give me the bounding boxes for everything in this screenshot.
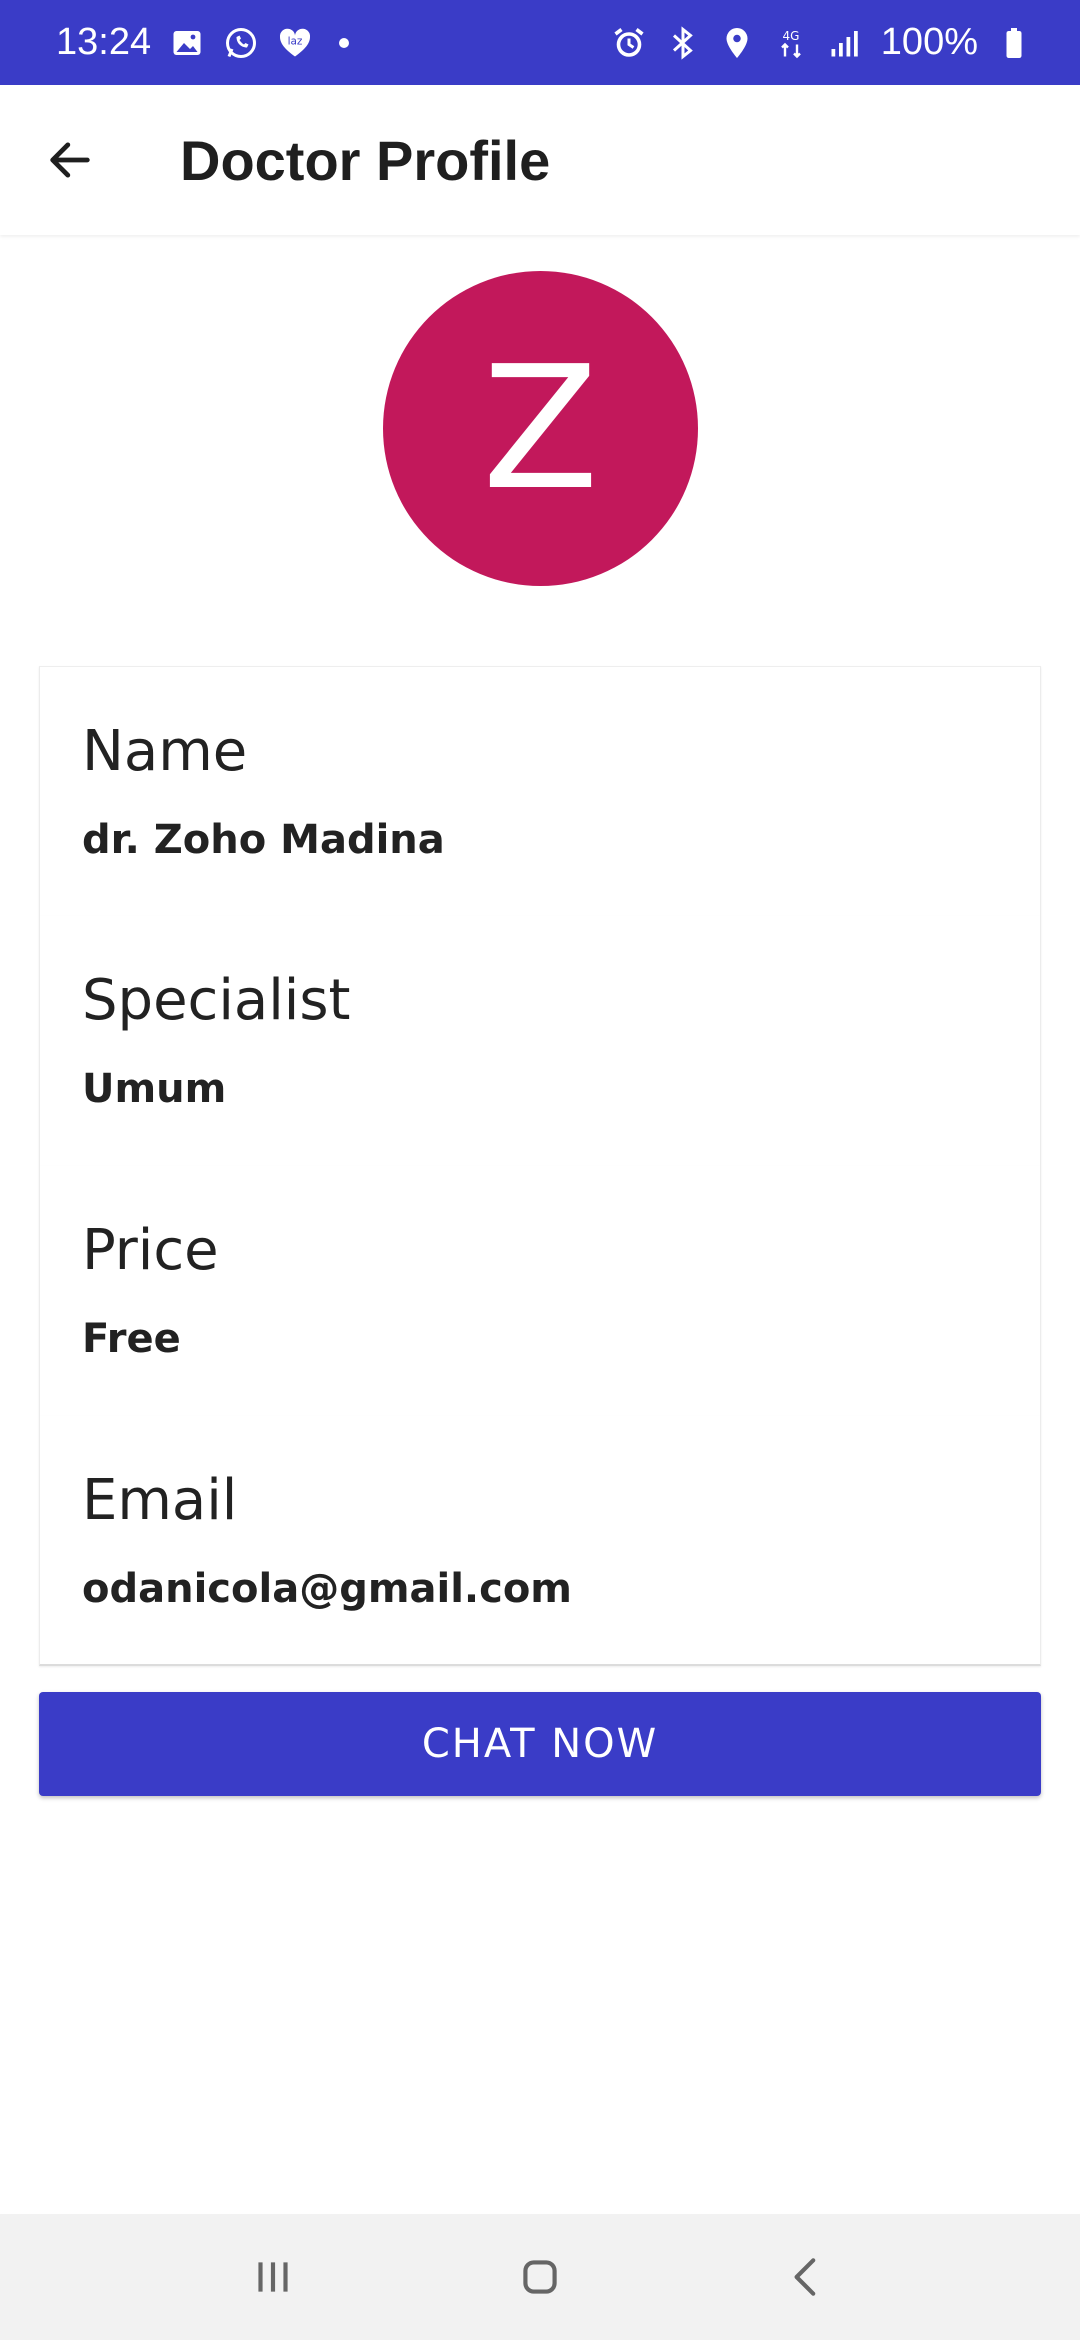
home-icon	[523, 2260, 557, 2294]
specialist-value: Umum	[82, 1066, 227, 1112]
signal-icon	[827, 25, 863, 61]
battery-icon	[996, 25, 1032, 61]
alarm-icon	[611, 25, 647, 61]
price-value: Free	[82, 1316, 181, 1362]
name-value: dr. Zoho Madina	[82, 817, 445, 863]
email-card: Email odanicola@gmail.com	[39, 1416, 1041, 1666]
avatar: Z	[383, 271, 698, 586]
gallery-icon	[169, 25, 205, 61]
name-card: Name dr. Zoho Madina	[39, 666, 1041, 916]
chat-now-button[interactable]: CHAT NOW	[39, 1692, 1041, 1796]
back-icon	[794, 2258, 815, 2296]
specialist-label: Specialist	[82, 968, 351, 1033]
specialist-card: Specialist Umum	[39, 916, 1041, 1166]
notification-dot	[339, 37, 350, 48]
svg-text:4G: 4G	[782, 29, 799, 43]
battery-percent: 100%	[880, 21, 978, 63]
email-value: odanicola@gmail.com	[82, 1566, 572, 1612]
svg-text:laz: laz	[288, 35, 303, 47]
name-label: Name	[82, 719, 248, 784]
bluetooth-icon	[665, 25, 701, 61]
price-label: Price	[82, 1218, 219, 1283]
system-back-button[interactable]	[747, 2227, 867, 2327]
network-4g-icon: 4G	[773, 25, 809, 61]
lazada-icon: laz	[277, 25, 313, 61]
navigation-bar	[0, 2214, 1080, 2340]
email-label: Email	[82, 1468, 238, 1533]
page-title: Doctor Profile	[180, 128, 551, 192]
recent-apps-icon	[258, 2262, 288, 2292]
status-bar: 13:24 laz 4G 100%	[0, 0, 1080, 85]
status-time: 13:24	[56, 21, 152, 63]
location-icon	[719, 25, 755, 61]
whatsapp-icon	[223, 25, 259, 61]
avatar-initial: Z	[482, 329, 599, 528]
home-button[interactable]	[480, 2227, 600, 2327]
arrow-left-icon	[50, 142, 90, 178]
recent-apps-button[interactable]	[213, 2227, 333, 2327]
status-right: 4G 100%	[611, 21, 1032, 64]
price-card: Price Free	[39, 1166, 1041, 1416]
app-bar: Doctor Profile	[0, 85, 1080, 235]
status-left: 13:24 laz	[56, 21, 350, 64]
back-button[interactable]	[0, 85, 140, 235]
